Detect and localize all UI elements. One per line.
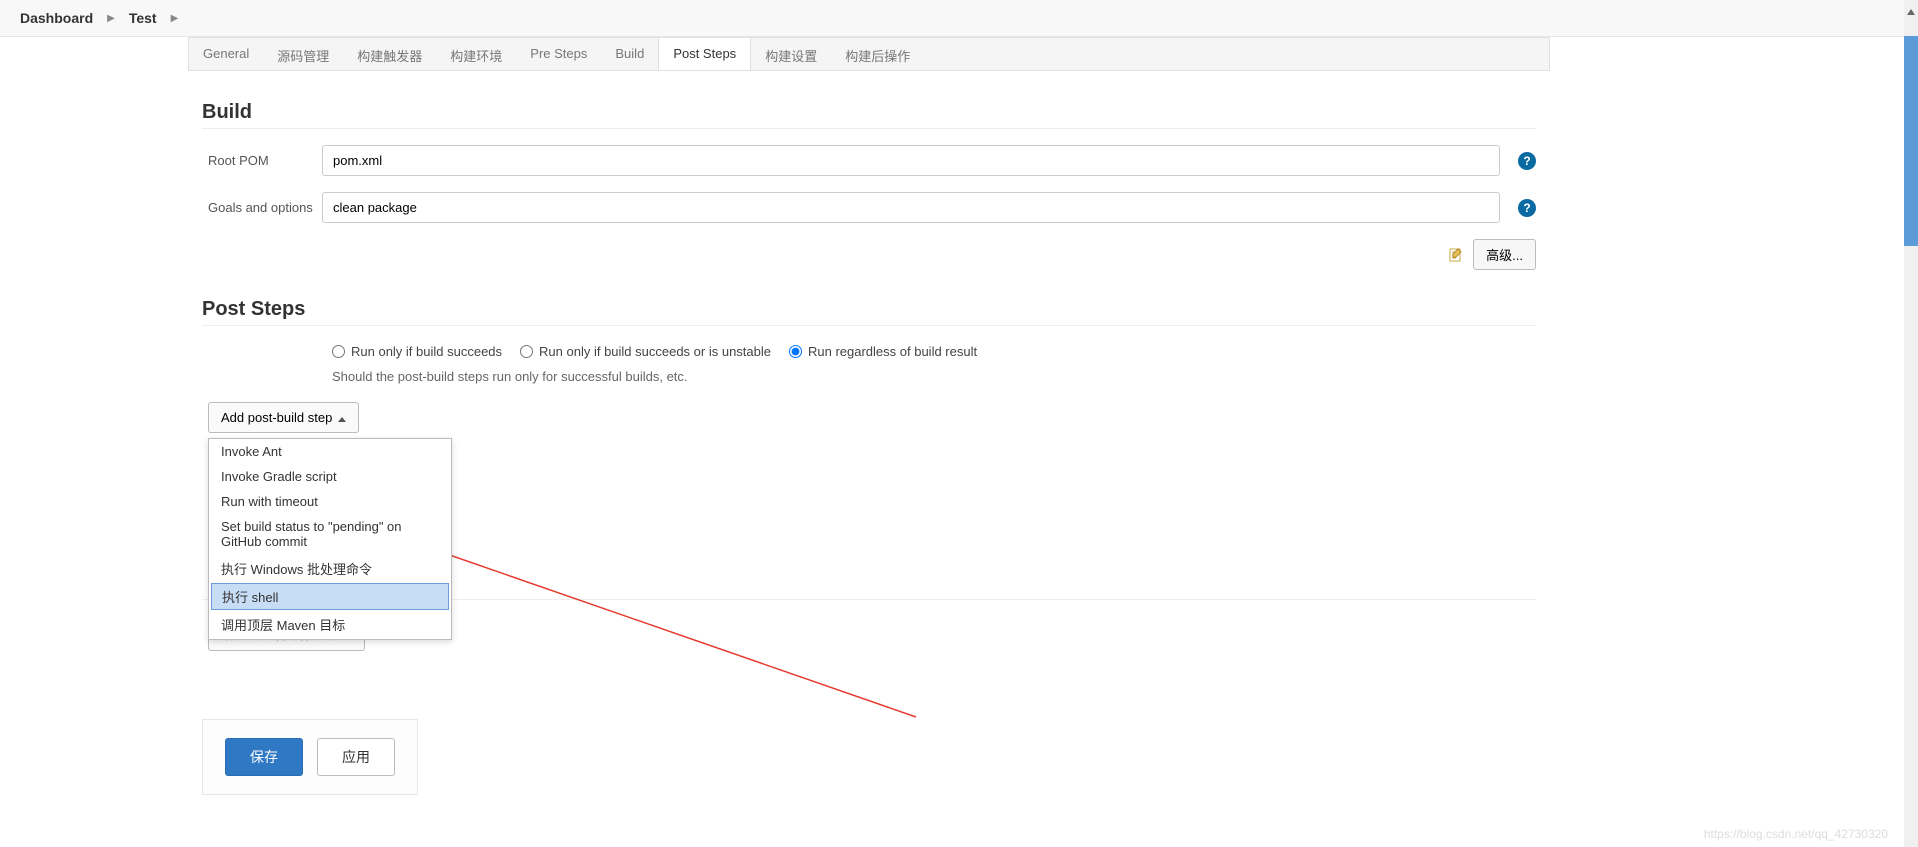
add-post-build-step-button[interactable]: Add post-build step	[208, 402, 359, 433]
field-goals	[322, 192, 1500, 223]
breadcrumb-root[interactable]: Dashboard	[20, 10, 93, 26]
radio-succeeds-label: Run only if build succeeds	[351, 344, 502, 359]
radio-succeeds[interactable]: Run only if build succeeds	[332, 344, 502, 359]
chevron-right-icon: ▶	[171, 13, 179, 24]
scrollbar[interactable]	[1904, 0, 1918, 847]
label-goals: Goals and options	[202, 200, 322, 215]
bottom-actions: 保存 应用	[202, 719, 418, 795]
tab-pre-steps[interactable]: Pre Steps	[516, 38, 601, 70]
tab-post-build-actions[interactable]: 构建后操作	[831, 38, 924, 70]
watermark: https://blog.csdn.net/qq_42730320	[1704, 827, 1888, 841]
tab-general[interactable]: General	[189, 38, 263, 70]
post-steps-radio-row: Run only if build succeeds Run only if b…	[332, 344, 1536, 359]
tab-post-steps[interactable]: Post Steps	[658, 37, 751, 70]
add-post-build-step-menu: Invoke Ant Invoke Gradle script Run with…	[208, 438, 452, 640]
breadcrumb: Dashboard ▶ Test ▶	[0, 0, 1918, 37]
save-button[interactable]: 保存	[225, 738, 303, 776]
menu-invoke-gradle[interactable]: Invoke Gradle script	[209, 464, 451, 489]
chevron-right-icon: ▶	[107, 13, 115, 24]
section-post-steps-title: Post Steps	[202, 298, 1536, 326]
radio-unstable[interactable]: Run only if build succeeds or is unstabl…	[520, 344, 771, 359]
advanced-row: 高级...	[202, 239, 1536, 270]
row-goals: Goals and options ?	[202, 192, 1536, 223]
add-post-build-step-wrap: Add post-build step Invoke Ant Invoke Gr…	[208, 402, 1536, 433]
section-build-title: Build	[202, 101, 1536, 129]
scroll-thumb[interactable]	[1904, 36, 1918, 246]
menu-windows-batch[interactable]: 执行 Windows 批处理命令	[209, 554, 451, 583]
config-content: Build Root POM ? Goals and options ? 高级.…	[188, 71, 1550, 825]
menu-invoke-ant[interactable]: Invoke Ant	[209, 439, 451, 464]
row-root-pom: Root POM ?	[202, 145, 1536, 176]
tab-triggers[interactable]: 构建触发器	[343, 38, 436, 70]
input-root-pom[interactable]	[322, 145, 1500, 176]
breadcrumb-current[interactable]: Test	[129, 10, 157, 26]
radio-succeeds-input[interactable]	[332, 345, 345, 358]
menu-execute-shell[interactable]: 执行 shell	[211, 583, 449, 610]
input-goals[interactable]	[322, 192, 1500, 223]
notepad-icon[interactable]	[1447, 246, 1465, 264]
tab-build-env[interactable]: 构建环境	[436, 38, 516, 70]
post-steps-helper: Should the post-build steps run only for…	[332, 369, 1536, 384]
radio-regardless-label: Run regardless of build result	[808, 344, 977, 359]
tab-build-settings[interactable]: 构建设置	[751, 38, 831, 70]
help-icon[interactable]: ?	[1518, 199, 1536, 217]
radio-regardless-input[interactable]	[789, 345, 802, 358]
help-icon[interactable]: ?	[1518, 152, 1536, 170]
config-tabs: General 源码管理 构建触发器 构建环境 Pre Steps Build …	[188, 37, 1550, 71]
add-post-build-step-label: Add post-build step	[221, 410, 332, 425]
scroll-up-icon[interactable]	[1906, 4, 1916, 14]
field-root-pom	[322, 145, 1500, 176]
radio-regardless[interactable]: Run regardless of build result	[789, 344, 977, 359]
tab-scm[interactable]: 源码管理	[263, 38, 343, 70]
main-column: General 源码管理 构建触发器 构建环境 Pre Steps Build …	[188, 37, 1550, 825]
radio-unstable-input[interactable]	[520, 345, 533, 358]
tab-build[interactable]: Build	[601, 38, 658, 70]
caret-up-icon	[338, 410, 346, 425]
advanced-button[interactable]: 高级...	[1473, 239, 1536, 270]
menu-run-timeout[interactable]: Run with timeout	[209, 489, 451, 514]
menu-top-maven[interactable]: 调用顶层 Maven 目标	[209, 610, 451, 639]
apply-button[interactable]: 应用	[317, 738, 395, 776]
label-root-pom: Root POM	[202, 153, 322, 168]
radio-unstable-label: Run only if build succeeds or is unstabl…	[539, 344, 771, 359]
menu-github-pending[interactable]: Set build status to "pending" on GitHub …	[209, 514, 451, 554]
